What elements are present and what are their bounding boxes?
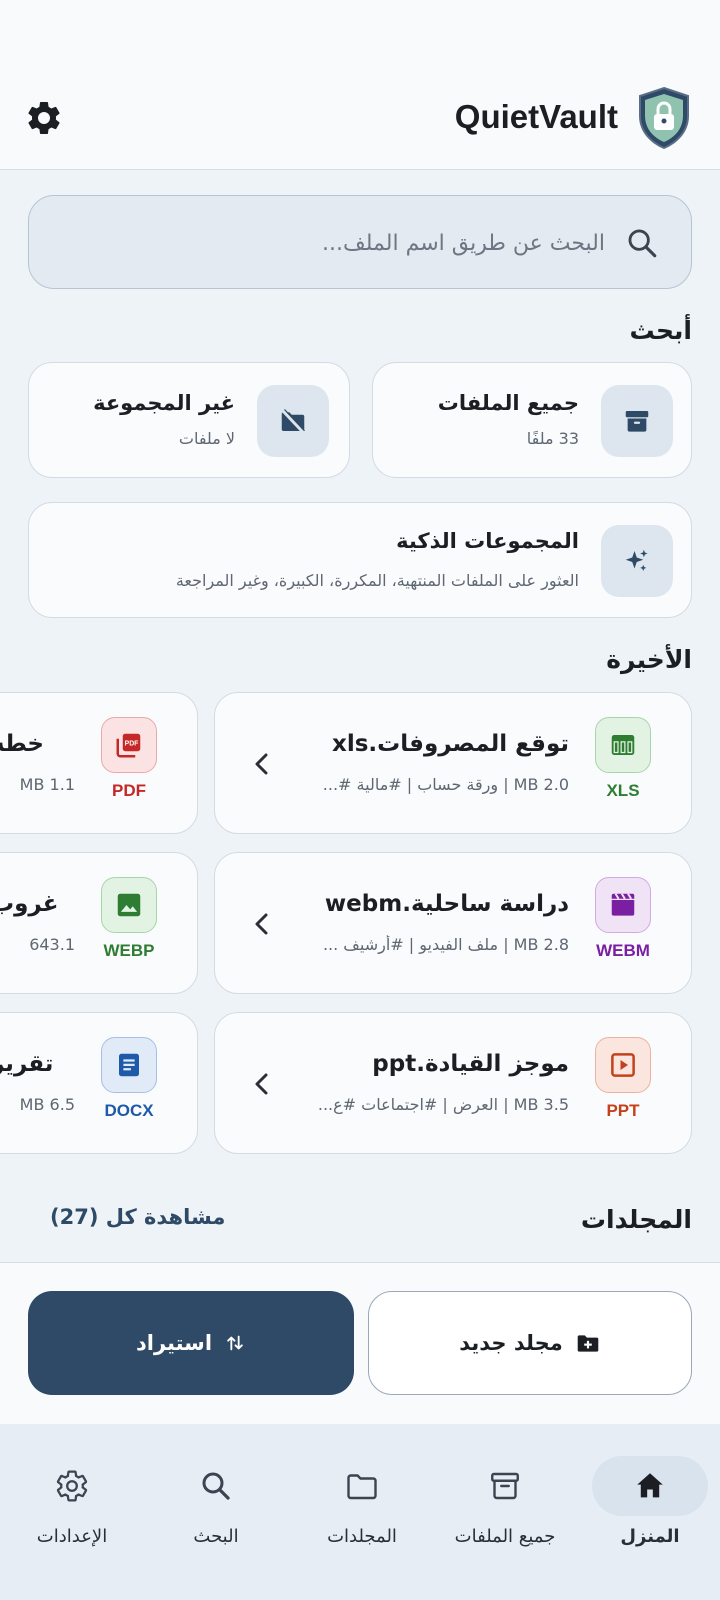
archive-icon: [491, 1472, 519, 1500]
nav-label: الإعدادات: [36, 1526, 108, 1547]
file-type-tag: XLS: [606, 781, 640, 800]
pdf-icon: PDF: [116, 733, 141, 758]
import-button[interactable]: استيراد: [28, 1291, 354, 1395]
new-folder-button[interactable]: مجلد جديد: [368, 1291, 692, 1395]
file-type-tag: WEBP: [103, 941, 155, 960]
recent-item-name: موجز القيادة.ppt: [372, 1051, 569, 1077]
chevron-left-icon[interactable]: [249, 909, 273, 939]
nav-active-pill: [592, 1456, 708, 1516]
recent-item-meta: 643.1: [29, 935, 75, 954]
recent-item-card-partial[interactable]: WEBP غروب 643.1: [0, 852, 198, 994]
folder-plus-icon: [577, 1335, 599, 1352]
slideshow-icon: [611, 1053, 635, 1077]
file-type-tile: [101, 877, 157, 933]
file-type-tile: [595, 717, 651, 773]
search-bar[interactable]: [28, 195, 692, 289]
ungrouped-count: لا ملفات: [178, 429, 235, 448]
new-folder-label: مجلد جديد: [459, 1331, 563, 1355]
file-type-tag: PDF: [112, 781, 146, 800]
recent-item-card-partial[interactable]: DOCX تقرير 6.5 MB: [0, 1012, 198, 1154]
nav-item-all-files[interactable]: جميع الملفات: [435, 1456, 575, 1566]
smart-groups-desc: العثور على الملفات المنتهية، المكررة، ال…: [175, 571, 579, 590]
clapper-icon: [611, 893, 635, 916]
recent-item-card[interactable]: PPT موجز القيادة.ppt 3.5 MB | العرض | #ا…: [214, 1012, 692, 1154]
app-screen: QuietVault أبحث جميع الملفات 33 ملفًا غي…: [0, 0, 720, 1600]
recent-item-meta: 3.5 MB | العرض | #اجتماعات #ع...: [317, 1095, 569, 1114]
recent-item-meta: 2.0 MB | ورقة حساب | #مالية #...: [322, 775, 569, 794]
nav-label: المجلدات: [327, 1526, 397, 1547]
nav-item-search[interactable]: البحث: [146, 1456, 286, 1566]
archive-icon: [625, 411, 649, 432]
ungrouped-tile: [257, 385, 329, 457]
recent-item-meta: 2.8 MB | ملف الفيديو | #أرشيف ...: [322, 935, 569, 954]
search-icon: [202, 1472, 230, 1500]
image-icon: [117, 893, 141, 917]
all-files-count: 33 ملفًا: [526, 429, 579, 448]
search-icon: [628, 229, 657, 258]
recent-item-name: توقع المصروفات.xls: [331, 731, 569, 757]
recent-item-card[interactable]: WEBM دراسة ساحلية.webm 2.8 MB | ملف الفي…: [214, 852, 692, 994]
folders-section-title: المجلدات: [580, 1205, 692, 1234]
table-icon: [611, 735, 635, 755]
recent-item-name: خطة: [0, 731, 44, 757]
recent-item-meta: 6.5 MB: [19, 1095, 75, 1114]
smart-groups-label: المجموعات الذكية: [396, 529, 579, 553]
file-type-tile: [595, 877, 651, 933]
nav-item-settings[interactable]: الإعدادات: [2, 1456, 142, 1566]
gear-icon: [28, 101, 60, 134]
home-icon: [637, 1473, 663, 1498]
file-type-tile: [101, 1037, 157, 1093]
smart-groups-card[interactable]: المجموعات الذكية العثور على الملفات المن…: [28, 502, 692, 618]
doc-icon: [119, 1053, 139, 1077]
nav-pill: [14, 1456, 130, 1516]
file-type-tile: [595, 1037, 651, 1093]
recent-item-card[interactable]: XLS توقع المصروفات.xls 2.0 MB | ورقة حسا…: [214, 692, 692, 834]
all-files-tile: [601, 385, 673, 457]
view-all-folders-link[interactable]: مشاهدة كل (27): [50, 1205, 225, 1229]
nav-pill: [304, 1456, 420, 1516]
app-title: QuietVault: [454, 98, 618, 135]
nav-pill: [158, 1456, 274, 1516]
browse-section-title: أبحث: [629, 316, 692, 345]
file-type-tag: PPT: [606, 1101, 640, 1120]
nav-pill: [447, 1456, 563, 1516]
recent-item-name: غروب: [0, 891, 59, 917]
chevron-left-icon[interactable]: [249, 1069, 273, 1099]
recent-item-meta: 1.1 MB: [19, 775, 75, 794]
file-type-tile: PDF: [101, 717, 157, 773]
all-files-card[interactable]: جميع الملفات 33 ملفًا: [372, 362, 692, 478]
smart-groups-tile: [601, 525, 673, 597]
recent-section-title: الأخيرة: [606, 645, 692, 674]
recent-item-card-partial[interactable]: PDF PDF خطة 1.1 MB: [0, 692, 198, 834]
gear-icon: [56, 1470, 88, 1502]
file-type-tag: WEBM: [596, 941, 650, 960]
ungrouped-card[interactable]: غير المجموعة لا ملفات: [28, 362, 350, 478]
nav-item-folders[interactable]: المجلدات: [292, 1456, 432, 1566]
nav-label: البحث: [193, 1526, 239, 1547]
chevron-left-icon[interactable]: [249, 749, 273, 779]
settings-button[interactable]: [22, 96, 66, 140]
search-input[interactable]: [85, 222, 605, 264]
shield-lock-logo: [639, 86, 689, 150]
sparkles-icon: [625, 549, 648, 571]
recent-item-name: دراسة ساحلية.webm: [324, 891, 569, 917]
folder-icon: [347, 1474, 377, 1500]
all-files-label: جميع الملفات: [437, 391, 579, 415]
recent-item-name: تقرير: [0, 1051, 54, 1077]
svg-text:PDF: PDF: [125, 741, 139, 748]
nav-item-home[interactable]: المنزل: [580, 1456, 720, 1566]
nav-label: جميع الملفات: [454, 1526, 556, 1547]
ungrouped-label: غير المجموعة: [93, 391, 235, 415]
swap-vertical-icon: [227, 1335, 243, 1351]
folder-off-icon: [281, 409, 305, 434]
app-header: QuietVault: [0, 0, 720, 170]
file-type-tag: DOCX: [104, 1101, 154, 1120]
import-label: استيراد: [135, 1331, 213, 1355]
nav-label: المنزل: [620, 1526, 680, 1547]
